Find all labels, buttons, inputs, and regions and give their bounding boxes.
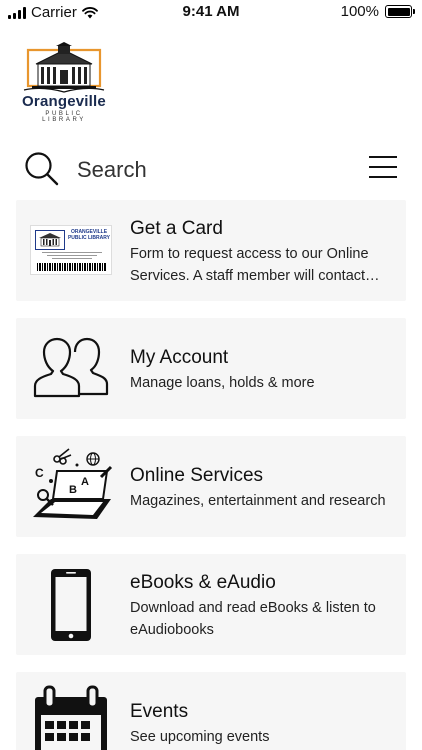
list-item-title: Events: [130, 701, 189, 722]
search-input[interactable]: Search: [77, 157, 147, 183]
calendar-icon: [35, 685, 107, 750]
battery-icon: [385, 5, 415, 18]
status-bar: Carrier 9:41 AM 100%: [0, 0, 422, 24]
svg-text:A: A: [81, 476, 89, 488]
hamburger-menu-icon[interactable]: [368, 155, 398, 179]
list-item-description: Form to request access to our Online Ser…: [130, 246, 380, 284]
search-bar: Search: [0, 145, 422, 195]
library-logo[interactable]: Orangeville PUBLIC LIBRARY: [22, 42, 106, 123]
list-item-title: Online Services: [130, 465, 264, 486]
library-building-icon: [23, 42, 105, 93]
svg-text:B: B: [69, 484, 77, 496]
list-item-my-account[interactable]: My Account Manage loans, holds & more: [16, 318, 406, 419]
list-item-ebooks-eaudio[interactable]: eBooks & eAudio Download and read eBooks…: [16, 554, 406, 655]
svg-text:C: C: [35, 466, 44, 480]
list-item-title: eBooks & eAudio: [130, 572, 276, 593]
library-card-image: ORANGEVILLE PUBLIC LIBRARY: [28, 224, 114, 276]
list-item-events[interactable]: Events See upcoming events: [16, 672, 406, 750]
barcode-icon: [37, 263, 107, 271]
smartphone-icon: [51, 569, 91, 641]
laptop-online-services-icon: B A C: [33, 448, 113, 519]
search-icon[interactable]: [24, 151, 60, 187]
list-item-get-a-card[interactable]: ORANGEVILLE PUBLIC LIBRARY Get a Card Fo…: [16, 200, 406, 301]
logo-name: Orangeville: [22, 93, 106, 110]
card-image-title: ORANGEVILLE PUBLIC LIBRARY: [67, 229, 111, 241]
users-icon: [33, 337, 109, 398]
list-item-description: Download and read eBooks & listen to eAu…: [130, 600, 376, 638]
list-item-description: See upcoming events: [130, 729, 270, 745]
list-item-title: Get a Card: [130, 218, 223, 239]
list-item-description: Magazines, entertainment and research: [130, 493, 386, 509]
battery-percent: 100%: [340, 3, 379, 20]
list-item-online-services[interactable]: B A C Online Services Magazines, enterta…: [16, 436, 406, 537]
list-item-title: My Account: [130, 347, 229, 368]
list-item-description: Manage loans, holds & more: [130, 375, 315, 391]
status-right: 100%: [340, 3, 415, 20]
logo-subtitle: PUBLIC LIBRARY: [42, 111, 86, 123]
library-building-thumb-icon: [35, 230, 65, 250]
